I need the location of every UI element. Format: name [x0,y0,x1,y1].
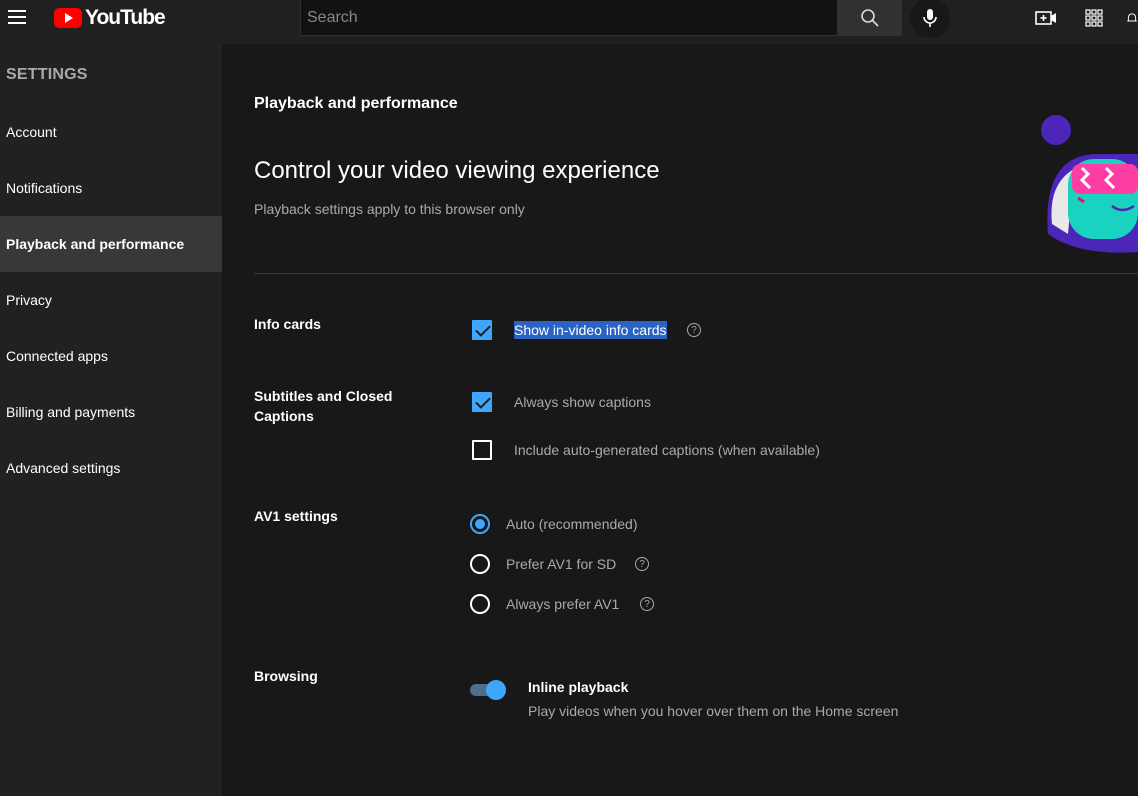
info-cards-help-icon[interactable]: ? [687,323,701,337]
notifications-button[interactable] [1126,6,1138,30]
headline: Control your video viewing experience [254,157,660,184]
inline-playback-title: Inline playback [528,679,629,695]
sidebar-item-connected-apps[interactable]: Connected apps [0,328,222,384]
sidebar-item-privacy[interactable]: Privacy [0,272,222,328]
search-input[interactable] [307,8,837,27]
search-box [300,0,838,36]
av1-auto-radio[interactable] [470,514,490,534]
av1-always-radio[interactable] [470,594,490,614]
info-cards-checkbox[interactable] [472,320,492,340]
apps-button[interactable] [1082,6,1106,30]
info-cards-option-label[interactable]: Show in-video info cards [514,321,667,339]
section-divider [254,273,1138,274]
browsing-label: Browsing [254,668,318,684]
create-video-button[interactable] [1034,6,1058,30]
search-button[interactable] [838,0,902,36]
av1-prefer-sd-help-icon[interactable]: ? [635,557,649,571]
auto-generated-captions-label[interactable]: Include auto-generated captions (when av… [514,442,820,458]
sidebar-heading: SETTINGS [6,66,88,83]
youtube-play-icon [54,8,82,28]
youtube-logo[interactable]: YouTube [54,6,166,30]
microphone-icon [923,9,937,27]
voice-search-button[interactable] [910,0,950,38]
inline-playback-toggle[interactable] [470,680,506,700]
sidebar-item-advanced[interactable]: Advanced settings [0,440,222,496]
sidebar-item-notifications[interactable]: Notifications [0,160,222,216]
settings-main: Playback and performance Control your vi… [222,44,1138,796]
info-cards-label: Info cards [254,316,321,332]
av1-always-help-icon[interactable]: ? [640,597,654,611]
toggle-knob [486,680,506,700]
page-title: Playback and performance [254,95,458,112]
sidebar-item-account[interactable]: Account [0,104,222,160]
mascot-illustration [1038,114,1138,254]
always-show-captions-label[interactable]: Always show captions [514,394,651,410]
av1-prefer-sd-label[interactable]: Prefer AV1 for SD [506,556,616,572]
video-add-icon [1035,11,1056,25]
top-bar: YouTube [0,0,1138,44]
sidebar-item-playback[interactable]: Playback and performance [0,216,222,272]
auto-generated-captions-checkbox[interactable] [472,440,492,460]
av1-auto-label[interactable]: Auto (recommended) [506,516,638,532]
logo-text: YouTube [85,6,166,29]
av1-settings-label: AV1 settings [254,508,338,524]
av1-prefer-sd-radio[interactable] [470,554,490,574]
subtitles-label: Subtitles and Closed Captions [254,388,393,424]
av1-always-label[interactable]: Always prefer AV1 [506,596,619,612]
settings-sidebar: SETTINGS Account Notifications Playback … [0,44,222,796]
apps-grid-icon [1085,9,1103,27]
menu-icon[interactable] [8,8,28,26]
always-show-captions-checkbox[interactable] [472,392,492,412]
subheadline: Playback settings apply to this browser … [254,201,525,217]
sidebar-item-billing[interactable]: Billing and payments [0,384,222,440]
inline-playback-description: Play videos when you hover over them on … [528,703,899,719]
search-icon [861,9,879,27]
bell-icon [1127,13,1137,22]
